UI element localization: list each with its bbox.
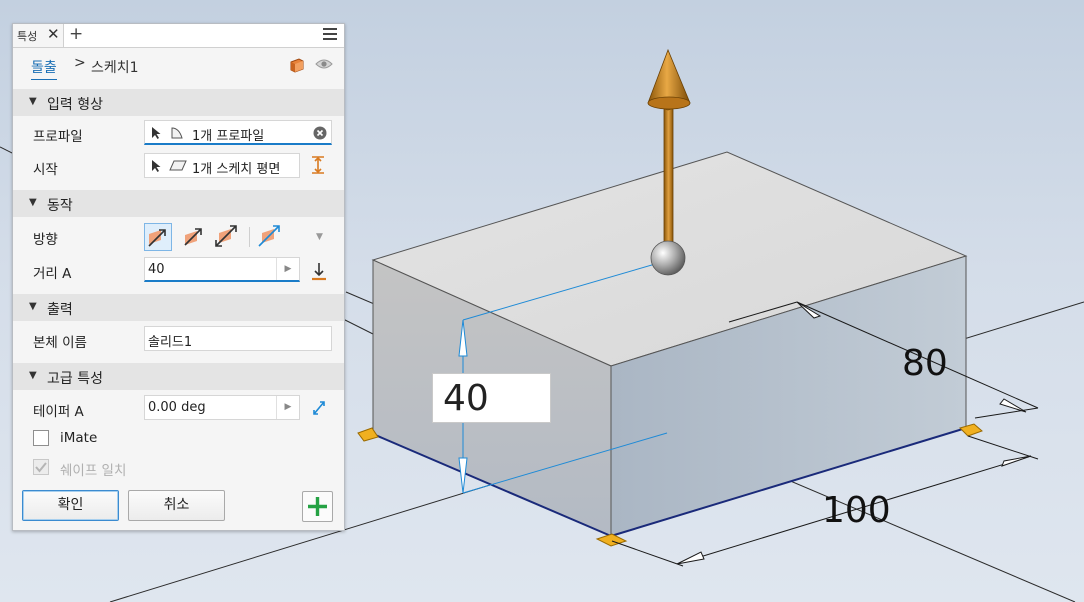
imate-checkbox[interactable] xyxy=(33,430,49,446)
select-cursor-icon xyxy=(152,127,161,139)
start-label: 시작 xyxy=(33,162,58,178)
direction-default-button[interactable] xyxy=(144,223,172,251)
width-dimension-label[interactable]: 100 xyxy=(822,490,891,531)
close-icon[interactable]: ✕ xyxy=(47,25,60,43)
direction-label: 방향 xyxy=(33,232,58,248)
profile-value: 1개 프로파일 xyxy=(192,129,265,144)
taper-label: 테이퍼 A xyxy=(33,404,84,420)
distance-dimension-value[interactable]: 40 xyxy=(443,378,489,419)
panel-tab-bar: 특성 ✕ + xyxy=(13,24,344,48)
profile-shape-icon xyxy=(171,127,183,139)
start-selector[interactable]: 1개 스케치 평면 xyxy=(144,153,300,178)
eye-icon[interactable] xyxy=(315,57,333,71)
body-name-value[interactable]: 솔리드1 xyxy=(148,331,192,350)
body-name-input[interactable]: 솔리드1 xyxy=(144,326,332,351)
section-advanced[interactable]: ▼ 고급 특성 xyxy=(13,363,344,390)
profile-label: 프로파일 xyxy=(33,129,83,145)
manipulator-handle[interactable] xyxy=(650,240,686,276)
cancel-button[interactable]: 취소 xyxy=(128,490,225,521)
direction-flipped-button[interactable] xyxy=(179,223,207,251)
hamburger-menu-icon[interactable] xyxy=(323,28,337,42)
breadcrumb-current: 스케치1 xyxy=(91,60,139,76)
plus-icon xyxy=(308,497,327,516)
breadcrumb: 돌출 > 스케치1 xyxy=(13,48,344,81)
taper-spinner-arrow-icon[interactable]: ▶ xyxy=(276,396,299,419)
collapse-arrow-icon[interactable]: ▼ xyxy=(29,370,37,381)
direction-asymmetric-button[interactable] xyxy=(256,223,284,251)
start-value: 1개 스케치 평면 xyxy=(192,162,281,177)
section-input-geometry[interactable]: ▼ 입력 형상 xyxy=(13,89,344,116)
direction-flipped-icon xyxy=(184,228,202,246)
distance-label: 거리 A xyxy=(33,266,72,282)
section-output[interactable]: ▼ 출력 xyxy=(13,294,344,321)
clear-selection-icon[interactable] xyxy=(313,126,327,140)
section-output-title: 출력 xyxy=(47,302,73,318)
select-cursor-icon xyxy=(152,160,161,172)
section-behavior-title: 동작 xyxy=(47,198,73,214)
direction-divider xyxy=(249,227,250,247)
add-tab-icon[interactable]: + xyxy=(69,24,83,44)
solid-body-icon[interactable] xyxy=(289,57,305,73)
depth-dimension-label[interactable]: 80 xyxy=(902,343,948,384)
distance-dimension-input[interactable]: 40 xyxy=(432,373,551,423)
checkmark-icon xyxy=(35,462,47,473)
match-shape-checkbox[interactable] xyxy=(33,459,49,475)
distance-spinner-arrow-icon[interactable]: ▶ xyxy=(276,258,299,280)
chevron-down-icon[interactable]: ▼ xyxy=(316,232,323,242)
sketch-plane-icon xyxy=(169,160,187,171)
taper-value[interactable]: 0.00 deg xyxy=(148,400,206,415)
ok-button[interactable]: 확인 xyxy=(22,490,119,521)
direction-symmetric-button[interactable] xyxy=(213,223,241,251)
match-shape-label: 쉐이프 일치 xyxy=(60,463,127,479)
taper-input[interactable]: 0.00 deg ▶ xyxy=(144,395,300,420)
section-advanced-title: 고급 특성 xyxy=(47,371,103,387)
properties-panel: 특성 ✕ + 돌출 > 스케치1 ▼ 입력 형상 프로파일 1개 프로파일 시작… xyxy=(12,23,345,531)
distance-value[interactable]: 40 xyxy=(148,262,165,277)
body-name-label: 본체 이름 xyxy=(33,335,87,351)
section-behavior[interactable]: ▼ 동작 xyxy=(13,190,344,217)
direction-default-icon xyxy=(148,229,166,247)
breadcrumb-separator: > xyxy=(74,55,86,71)
collapse-arrow-icon[interactable]: ▼ xyxy=(29,301,37,312)
apply-add-button[interactable] xyxy=(302,491,333,522)
direction-asymmetric-icon xyxy=(258,225,280,247)
flip-taper-icon[interactable] xyxy=(310,398,328,418)
extents-distance-icon[interactable] xyxy=(310,261,328,281)
tab-properties-label: 특성 xyxy=(17,30,38,43)
direction-symmetric-icon xyxy=(215,225,237,247)
profile-selector[interactable]: 1개 프로파일 xyxy=(144,120,332,145)
tab-properties[interactable]: 특성 ✕ xyxy=(13,24,64,47)
section-input-geometry-title: 입력 형상 xyxy=(47,97,103,113)
distance-input[interactable]: 40 ▶ xyxy=(144,257,300,282)
collapse-arrow-icon[interactable]: ▼ xyxy=(29,197,37,208)
breadcrumb-extrude-link[interactable]: 돌출 xyxy=(31,57,57,80)
offset-start-icon[interactable] xyxy=(309,155,327,175)
collapse-arrow-icon[interactable]: ▼ xyxy=(29,96,37,107)
imate-label: iMate xyxy=(60,430,98,446)
